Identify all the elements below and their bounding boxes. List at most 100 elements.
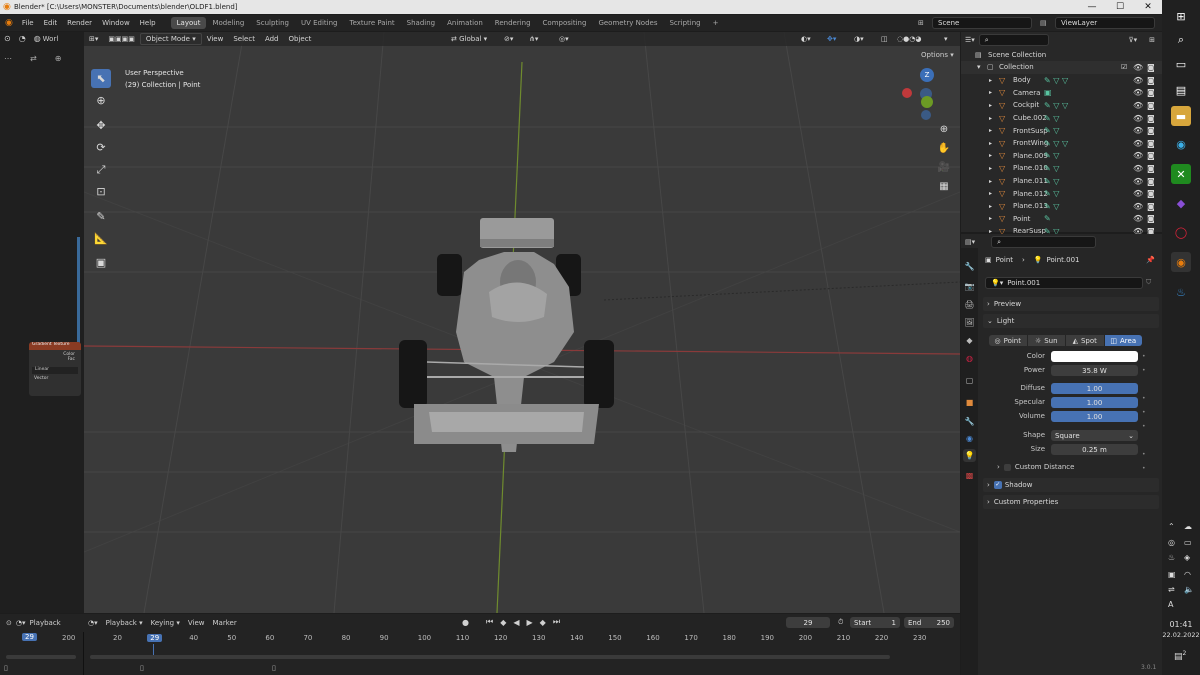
camera-view-icon[interactable]: 🎥 <box>935 158 953 176</box>
custom-properties-panel-header[interactable]: › Custom Properties <box>983 495 1159 509</box>
shading-options-icon[interactable]: ▾ <box>939 34 953 44</box>
scene-selector[interactable]: Scene <box>932 17 1032 29</box>
gizmo-y-axis[interactable] <box>921 96 933 108</box>
tray-display-icon[interactable]: ▭ <box>1184 538 1192 547</box>
visibility-eye-icon[interactable]: 👁 <box>1133 202 1143 211</box>
visibility-eye-icon[interactable]: 👁 <box>1133 189 1143 198</box>
specular-slider[interactable]: 1.00 <box>1051 397 1138 408</box>
menu-edit[interactable]: Edit <box>39 19 63 27</box>
visibility-eye-icon[interactable]: 👁 <box>1133 63 1143 72</box>
custom-distance-checkbox[interactable] <box>1003 463 1011 471</box>
timeline-scrollbar[interactable] <box>90 655 890 659</box>
visibility-eye-icon[interactable]: 👁 <box>1133 126 1143 135</box>
outliner-item[interactable]: ▸ ▽ Plane.012 ✎ ▽ 👁 ◙ <box>961 187 1162 200</box>
expand-chevron-icon[interactable]: ▸ <box>989 140 992 147</box>
rotate-tool-icon[interactable]: ⟳ <box>91 138 111 157</box>
close-button[interactable]: ✕ <box>1134 2 1162 12</box>
render-tab-icon[interactable]: 📷 <box>963 280 976 293</box>
light-type-area[interactable]: ◫ Area <box>1104 335 1142 346</box>
node-type-dropdown[interactable]: Linear <box>32 367 78 374</box>
tab-shading[interactable]: Shading <box>401 17 441 29</box>
light-type-sun[interactable]: ☼ Sun <box>1027 335 1065 346</box>
power-field[interactable]: 35.8 W <box>1051 365 1138 376</box>
pivot-icon[interactable]: ⊘▾ <box>499 34 518 44</box>
tab-uv-editing[interactable]: UV Editing <box>295 17 344 29</box>
outliner-collection[interactable]: ▾ ▢ Collection ☑ 👁 ◙ <box>961 61 1162 74</box>
add-workspace-button[interactable]: + <box>707 17 725 29</box>
tray-network-icon[interactable]: ◎ <box>1168 538 1175 547</box>
menu-render[interactable]: Render <box>62 19 97 27</box>
visibility-eye-icon[interactable]: 👁 <box>1133 214 1143 223</box>
expand-chevron-icon[interactable]: ▸ <box>989 115 992 122</box>
widgets-icon[interactable]: ▤ <box>1171 80 1191 100</box>
options-dropdown[interactable]: Options ▾ <box>916 50 959 60</box>
menu-window[interactable]: Window <box>97 19 135 27</box>
visibility-icon[interactable]: ◐▾ <box>796 34 816 44</box>
visual-studio-icon[interactable]: ◆ <box>1171 193 1191 213</box>
tray-steam-icon[interactable]: ♨ <box>1168 553 1175 562</box>
measure-tool-icon[interactable]: 📐 <box>91 229 111 248</box>
expand-chevron-icon[interactable]: ▸ <box>989 203 992 210</box>
tab-compositing[interactable]: Compositing <box>537 17 593 29</box>
outliner-item[interactable]: ▸ ▽ Plane.009 ✎ ▽ 👁 ◙ <box>961 150 1162 163</box>
new-collection-icon[interactable]: ⊞ <box>1149 36 1155 44</box>
tray-nvidia-icon[interactable]: ◈ <box>1184 553 1190 562</box>
include-checkbox[interactable]: ☑ <box>1121 63 1127 71</box>
render-camera-icon[interactable]: ◙ <box>1147 101 1155 110</box>
visibility-eye-icon[interactable]: 👁 <box>1133 164 1143 173</box>
tray-speaker-icon[interactable]: 🔈 <box>1184 585 1194 594</box>
transform-orientation[interactable]: ⇄ Global ▾ <box>446 34 492 44</box>
diffuse-slider[interactable]: 1.00 <box>1051 383 1138 394</box>
opera-icon[interactable]: ◯ <box>1171 222 1191 242</box>
tab-geometry-nodes[interactable]: Geometry Nodes <box>592 17 663 29</box>
3d-viewport[interactable]: ⊞▾ ▣▣▣▣ Object Mode ▾ View Select Add Ob… <box>84 32 960 613</box>
visibility-eye-icon[interactable]: 👁 <box>1133 114 1143 123</box>
select-tool-icon[interactable]: ⬉ <box>91 69 111 88</box>
clock-date[interactable]: 22.02.2022 <box>1162 631 1200 639</box>
playhead-frame-indicator[interactable]: 29 <box>147 634 163 642</box>
outliner-search-input[interactable]: ⌕ <box>978 34 1049 46</box>
left-frame-indicator[interactable]: 29 <box>22 633 37 641</box>
maximize-button[interactable]: ☐ <box>1106 2 1134 12</box>
outliner-item[interactable]: ▸ ▽ FrontWing ✎ ▽ ▽ 👁 ◙ <box>961 137 1162 150</box>
menu-add[interactable]: Add <box>260 34 284 44</box>
physics-tab-icon[interactable]: ◉ <box>963 432 976 445</box>
left-scrollbar[interactable] <box>6 655 76 659</box>
keyframe-dots[interactable]: • • • • • • • <box>1142 350 1146 476</box>
tab-modeling[interactable]: Modeling <box>206 17 250 29</box>
outliner-type-icon[interactable]: ☰▾ <box>965 36 975 44</box>
outliner-item[interactable]: ▸ ▽ Point ✎ 👁 ◙ <box>961 213 1162 226</box>
tab-sculpting[interactable]: Sculpting <box>250 17 295 29</box>
light-datablock-field[interactable]: 💡▾ Point.001 <box>985 277 1143 289</box>
world-icon[interactable]: ◍ <box>34 34 41 43</box>
blender-menu-icon[interactable]: ◉ <box>5 18 13 28</box>
tray-lang-icon[interactable]: A <box>1168 600 1173 609</box>
timeline-ruler[interactable]: 20 29 40 50 60 70 80 90 100 110 120 130 140 150 160 170… <box>84 614 960 675</box>
expand-chevron-icon[interactable]: ▸ <box>989 89 992 96</box>
tray-expand-icon[interactable]: ⌃ <box>1168 522 1175 531</box>
render-camera-icon[interactable]: ◙ <box>1147 189 1155 198</box>
shape-dropdown[interactable]: Square ⌄ <box>1051 430 1138 441</box>
object-tab-icon[interactable]: ■ <box>963 396 976 409</box>
outliner-item[interactable]: ▸ ▽ Plane.010 ✎ ▽ 👁 ◙ <box>961 162 1162 175</box>
tray-monitor-icon[interactable]: ▣ <box>1168 570 1176 579</box>
select-mode-icons[interactable]: ▣▣▣▣ <box>103 34 139 44</box>
menu-file[interactable]: File <box>17 19 39 27</box>
gizmo-x-axis[interactable] <box>902 88 912 98</box>
timeline-type-icon[interactable]: ⊙ <box>6 619 12 627</box>
render-camera-icon[interactable]: ◙ <box>1147 88 1155 97</box>
tab-animation[interactable]: Animation <box>441 17 489 29</box>
volume-slider[interactable]: 1.00 <box>1051 411 1138 422</box>
pan-hand-icon[interactable]: ✋ <box>935 139 953 157</box>
render-camera-icon[interactable]: ◙ <box>1147 126 1155 135</box>
outliner-scene-collection[interactable]: ▤ Scene Collection <box>961 49 1162 62</box>
render-camera-icon[interactable]: ◙ <box>1147 139 1155 148</box>
world-tab-icon[interactable]: ◍ <box>963 352 976 365</box>
scene-icon[interactable]: ⊞ <box>918 19 924 27</box>
render-camera-icon[interactable]: ◙ <box>1147 76 1155 85</box>
collapse-chevron-icon[interactable]: ▾ <box>977 63 981 71</box>
steam-icon[interactable]: ♨ <box>1171 282 1191 302</box>
scene-tab-icon[interactable]: ◆ <box>963 334 976 347</box>
expand-chevron-icon[interactable]: ▸ <box>989 215 992 222</box>
light-type-spot[interactable]: ◭ Spot <box>1066 335 1104 346</box>
